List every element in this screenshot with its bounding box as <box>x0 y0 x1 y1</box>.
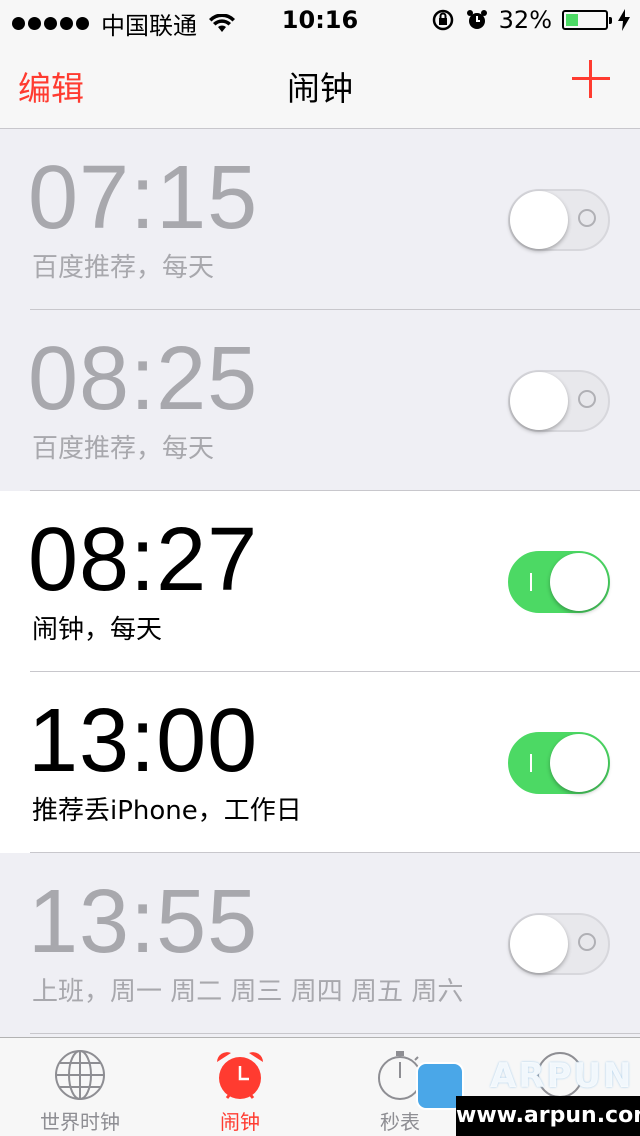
alarm-toggle[interactable] <box>508 551 610 613</box>
watermark-brand: ARPUN <box>490 1056 634 1096</box>
alarm-label: 百度推荐，每天 <box>32 253 215 283</box>
alarm-toggle[interactable] <box>508 370 610 432</box>
status-bar: 中国联通 10:16 32% <box>0 0 640 40</box>
alarm-time: 08:27 <box>28 510 259 610</box>
alarm-time: 13:00 <box>28 691 259 791</box>
rotation-lock-icon <box>432 9 453 31</box>
status-right: 32% <box>431 6 630 34</box>
charging-icon <box>618 9 630 31</box>
tab-label: 世界时钟 <box>40 1110 120 1134</box>
add-alarm-button[interactable] <box>572 60 610 98</box>
tab-label: 闹钟 <box>220 1110 260 1134</box>
alarm-toggle[interactable] <box>508 913 610 975</box>
alarm-time: 07:15 <box>28 148 259 248</box>
tab-world-clock[interactable]: 世界时钟 <box>0 1048 160 1135</box>
navigation-bar: 编辑 闹钟 <box>0 40 640 129</box>
battery-percent: 32% <box>498 6 552 34</box>
alarm-list: 07:15 百度推荐，每天 08:25 百度推荐，每天 08:27 闹钟，每天 … <box>0 129 640 1034</box>
alarm-toggle[interactable] <box>508 189 610 251</box>
watermark-url: www.arpun.com <box>456 1096 640 1136</box>
alarm-label: 推荐丢iPhone，工作日 <box>32 796 302 826</box>
alarm-label: 百度推荐，每天 <box>32 434 215 464</box>
alarm-row[interactable]: 13:55 上班，周一 周二 周三 周四 周五 周六 <box>0 853 640 1034</box>
divider <box>30 1033 640 1034</box>
alarm-row[interactable]: 08:27 闹钟，每天 <box>0 491 640 672</box>
alarm-row[interactable]: 13:00 推荐丢iPhone，工作日 <box>0 672 640 853</box>
alarm-clock-icon <box>217 1052 263 1099</box>
alarm-toggle[interactable] <box>508 732 610 794</box>
alarm-label: 上班，周一 周二 周三 周四 周五 周六 <box>32 977 464 1007</box>
tab-alarm[interactable]: 闹钟 <box>160 1048 320 1135</box>
battery-icon <box>562 10 612 30</box>
alarm-label: 闹钟，每天 <box>32 615 163 645</box>
alarm-time: 13:55 <box>28 872 259 972</box>
globe-icon <box>55 1050 105 1100</box>
alarm-row[interactable]: 07:15 百度推荐，每天 <box>0 129 640 310</box>
alarm-time: 08:25 <box>28 329 259 429</box>
alarm-status-icon <box>466 10 487 29</box>
alarm-row[interactable]: 08:25 百度推荐，每天 <box>0 310 640 491</box>
page-title: 闹钟 <box>287 69 353 108</box>
watermark: ARPUN www.arpun.com <box>410 1056 640 1136</box>
